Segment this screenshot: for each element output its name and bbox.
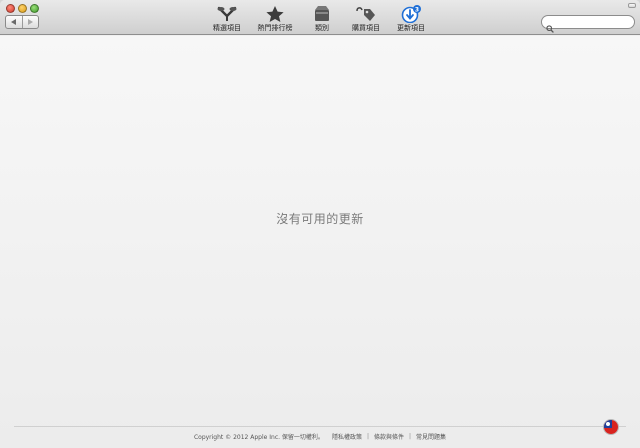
featured-icon (216, 4, 238, 23)
footer-separator: | (409, 433, 412, 440)
back-button[interactable] (6, 16, 22, 28)
app-store-window: 精選項目 熱門排行榜 類別 購買項目 3 更新項目 沒有可用的更新 Copyri… (0, 0, 640, 448)
tab-label: 精選項目 (213, 24, 241, 32)
back-arrow-icon (11, 19, 17, 25)
copyright-text: Copyright © 2012 Apple Inc. 保留一切權利。 (193, 434, 324, 441)
updates-icon: 3 (400, 4, 422, 23)
terms-link[interactable]: 條款與條件 (374, 432, 404, 441)
tab-label: 類別 (315, 24, 329, 32)
zoom-window-button[interactable] (30, 4, 39, 13)
empty-state-message: 沒有可用的更新 (276, 212, 364, 226)
faq-link[interactable]: 常見問題集 (416, 432, 446, 441)
forward-button[interactable] (21, 16, 39, 28)
privacy-policy-link[interactable]: 隱私權政策 (332, 432, 362, 441)
star-icon (264, 4, 286, 23)
updates-count-badge: 3 (415, 6, 419, 13)
back-forward-control (5, 15, 39, 29)
tab-categories[interactable]: 類別 (309, 4, 335, 34)
tab-top-charts[interactable]: 熱門排行榜 (255, 4, 295, 34)
tab-label: 熱門排行榜 (257, 24, 293, 32)
country-flag-icon[interactable] (603, 419, 619, 435)
tab-label: 更新項目 (397, 24, 425, 32)
tab-featured[interactable]: 精選項目 (209, 4, 245, 34)
purchased-tag-icon (355, 4, 377, 23)
forward-arrow-icon (27, 19, 33, 25)
tab-purchased[interactable]: 購買項目 (348, 4, 384, 34)
updates-content: 沒有可用的更新 Copyright © 2012 Apple Inc. 保留一切… (0, 36, 640, 448)
toolbar-toggle-button[interactable] (628, 3, 636, 8)
footer: Copyright © 2012 Apple Inc. 保留一切權利。 隱私權政… (0, 432, 640, 441)
search-field[interactable] (541, 15, 635, 33)
tab-updates[interactable]: 3 更新項目 (393, 4, 429, 34)
minimize-window-button[interactable] (18, 4, 27, 13)
footer-divider (14, 426, 626, 427)
footer-separator: | (366, 433, 369, 440)
categories-icon (311, 4, 333, 23)
toolbar-tabs: 精選項目 熱門排行榜 類別 購買項目 3 更新項目 (209, 4, 439, 34)
search-input[interactable] (556, 17, 632, 27)
tab-label: 購買項目 (352, 24, 380, 32)
close-window-button[interactable] (6, 4, 15, 13)
search-icon (546, 18, 554, 33)
toolbar: 精選項目 熱門排行榜 類別 購買項目 3 更新項目 (0, 0, 640, 35)
